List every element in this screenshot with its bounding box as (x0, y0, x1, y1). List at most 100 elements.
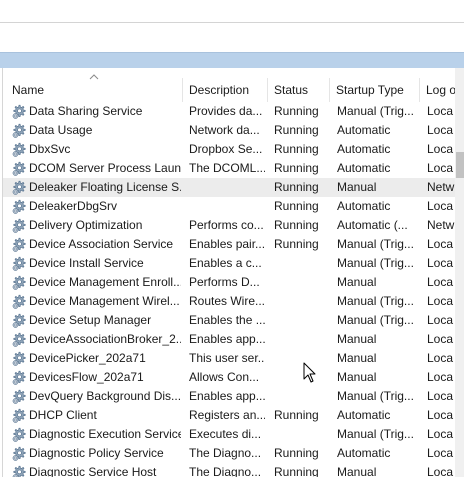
table-row[interactable]: Deleaker Floating License S... Running Man… (3, 178, 455, 197)
vertical-scrollbar[interactable] (455, 68, 464, 477)
gear-icon (12, 332, 26, 347)
service-log-on-as: Loca (427, 408, 454, 422)
service-startup-type: Manual (Trig... (337, 256, 414, 270)
service-status: Running (274, 446, 319, 460)
table-row[interactable]: Device Management Enroll... Performs D...… (3, 273, 455, 292)
column-header-startup-type[interactable]: Startup Type (329, 78, 419, 102)
service-status (274, 311, 332, 330)
service-status (274, 387, 332, 406)
gear-icon (12, 275, 26, 290)
service-name: DevicePicker_202a71 (29, 351, 146, 365)
service-name: Data Sharing Service (29, 104, 143, 118)
service-startup-type: Manual (337, 275, 377, 289)
service-description (189, 178, 265, 197)
service-name: Device Install Service (29, 256, 144, 270)
table-row[interactable]: Data Sharing Service Provides da... Runnin… (3, 102, 455, 121)
service-description: Performs co... (189, 218, 264, 232)
scrollbar-thumb[interactable] (456, 152, 464, 178)
service-name: Device Management Wirel... (29, 294, 180, 308)
table-row[interactable]: DCOM Server Process Laun... The DCOML... R… (3, 159, 455, 178)
service-log-on-as: Loca (427, 446, 454, 460)
service-startup-type: Manual (Trig... (337, 313, 414, 327)
services-list-panel: Name Description Status Startup Type Log… (2, 68, 464, 477)
service-status: Running (274, 237, 319, 251)
service-log-on-as: Loca (427, 104, 454, 118)
column-header-name[interactable]: Name (5, 78, 181, 102)
column-header-log-on-as[interactable]: Log o (419, 78, 455, 102)
table-row[interactable]: Device Association Service Enables pair..… (3, 235, 455, 254)
service-description: This user ser... (189, 351, 265, 365)
gear-icon (12, 389, 26, 404)
service-log-on-as: Loca (427, 256, 454, 270)
service-description: Enables app... (189, 332, 265, 346)
service-startup-type: Manual (337, 370, 377, 384)
gear-icon (12, 351, 26, 366)
gear-icon (12, 370, 26, 385)
service-startup-type: Manual (Trig... (337, 389, 414, 403)
service-startup-type: Manual (Trig... (337, 427, 414, 441)
table-row[interactable]: Device Install Service Enables a c... Manu… (3, 254, 455, 273)
service-startup-type: Manual (337, 465, 377, 477)
table-row[interactable]: Data Usage Network da... Running Automatic L… (3, 121, 455, 140)
service-log-on-as: Loca (427, 389, 454, 403)
toolbar-divider (0, 22, 464, 23)
service-status: Running (274, 161, 319, 175)
service-log-on-as: Loca (427, 123, 454, 137)
table-row[interactable]: Device Management Wirel... Routes Wire...… (3, 292, 455, 311)
table-row[interactable]: Diagnostic Service Host The Diagno... Runn… (3, 463, 455, 477)
table-row[interactable]: DevQuery Background Dis... Enables app...… (3, 387, 455, 406)
service-name: DeviceAssociationBroker_2... (29, 332, 181, 346)
table-row[interactable]: DbxSvc Dropbox Se... Running Automatic Loca (3, 140, 455, 159)
service-name: DHCP Client (29, 408, 97, 422)
gear-icon (12, 123, 26, 138)
service-name: Diagnostic Service Host (29, 465, 157, 477)
table-row[interactable]: DeviceAssociationBroker_2... Enables app.… (3, 330, 455, 349)
service-log-on-as: Loca (427, 351, 454, 365)
service-name: Device Association Service (29, 237, 174, 251)
service-startup-type: Manual (337, 351, 377, 365)
service-log-on-as: Loca (427, 427, 454, 441)
service-status (274, 425, 332, 444)
service-log-on-as: Loca (427, 237, 454, 251)
table-row[interactable]: Diagnostic Execution Service Executes di.… (3, 425, 455, 444)
service-status: Running (274, 104, 319, 118)
service-log-on-as: Loca (427, 275, 454, 289)
service-name: Device Management Enroll... (29, 275, 181, 289)
mouse-cursor-icon (303, 362, 316, 383)
table-row[interactable]: Delivery Optimization Performs co... Runni… (3, 216, 455, 235)
service-name: DevQuery Background Dis... (29, 389, 181, 403)
table-row[interactable]: Device Setup Manager Enables the ... Manua… (3, 311, 455, 330)
service-description: Enables pair... (189, 237, 265, 251)
service-status: Running (274, 199, 319, 213)
service-log-on-as: Loca (427, 332, 454, 346)
service-log-on-as: Loca (427, 294, 454, 308)
column-header-status[interactable]: Status (267, 78, 329, 102)
table-row[interactable]: DeleakerDbgSrv Running Automatic Loca (3, 197, 455, 216)
service-description: Enables app... (189, 389, 265, 403)
service-name: Delivery Optimization (29, 218, 143, 232)
service-log-on-as: Loca (427, 161, 454, 175)
table-row[interactable]: Diagnostic Policy Service The Diagno... Ru… (3, 444, 455, 463)
column-header-description[interactable]: Description (182, 78, 267, 102)
service-description (189, 197, 265, 216)
service-log-on-as: Loca (427, 370, 454, 384)
table-row[interactable]: DevicesFlow_202a71 Allows Con... Manual Loc… (3, 368, 455, 387)
service-startup-type: Manual (337, 180, 377, 194)
service-status: Running (274, 142, 319, 156)
service-name: Device Setup Manager (29, 313, 152, 327)
service-description: The Diagno... (189, 465, 262, 477)
service-log-on-as: Netw (427, 180, 455, 194)
service-description: Enables the ... (189, 313, 265, 327)
gear-icon (12, 427, 26, 442)
service-status: Running (274, 218, 319, 232)
service-startup-type: Manual (337, 332, 377, 346)
service-status: Running (274, 465, 319, 477)
service-log-on-as: Loca (427, 199, 454, 213)
table-row[interactable]: DHCP Client Registers an... Running Automat… (3, 406, 455, 425)
list-header: Name Description Status Startup Type Log… (3, 68, 455, 102)
service-description: Registers an... (189, 408, 265, 422)
service-description: Executes di... (189, 427, 262, 441)
service-startup-type: Automatic (337, 408, 391, 422)
table-row[interactable]: DevicePicker_202a71 This user ser... Manua… (3, 349, 455, 368)
service-startup-type: Automatic (337, 446, 391, 460)
